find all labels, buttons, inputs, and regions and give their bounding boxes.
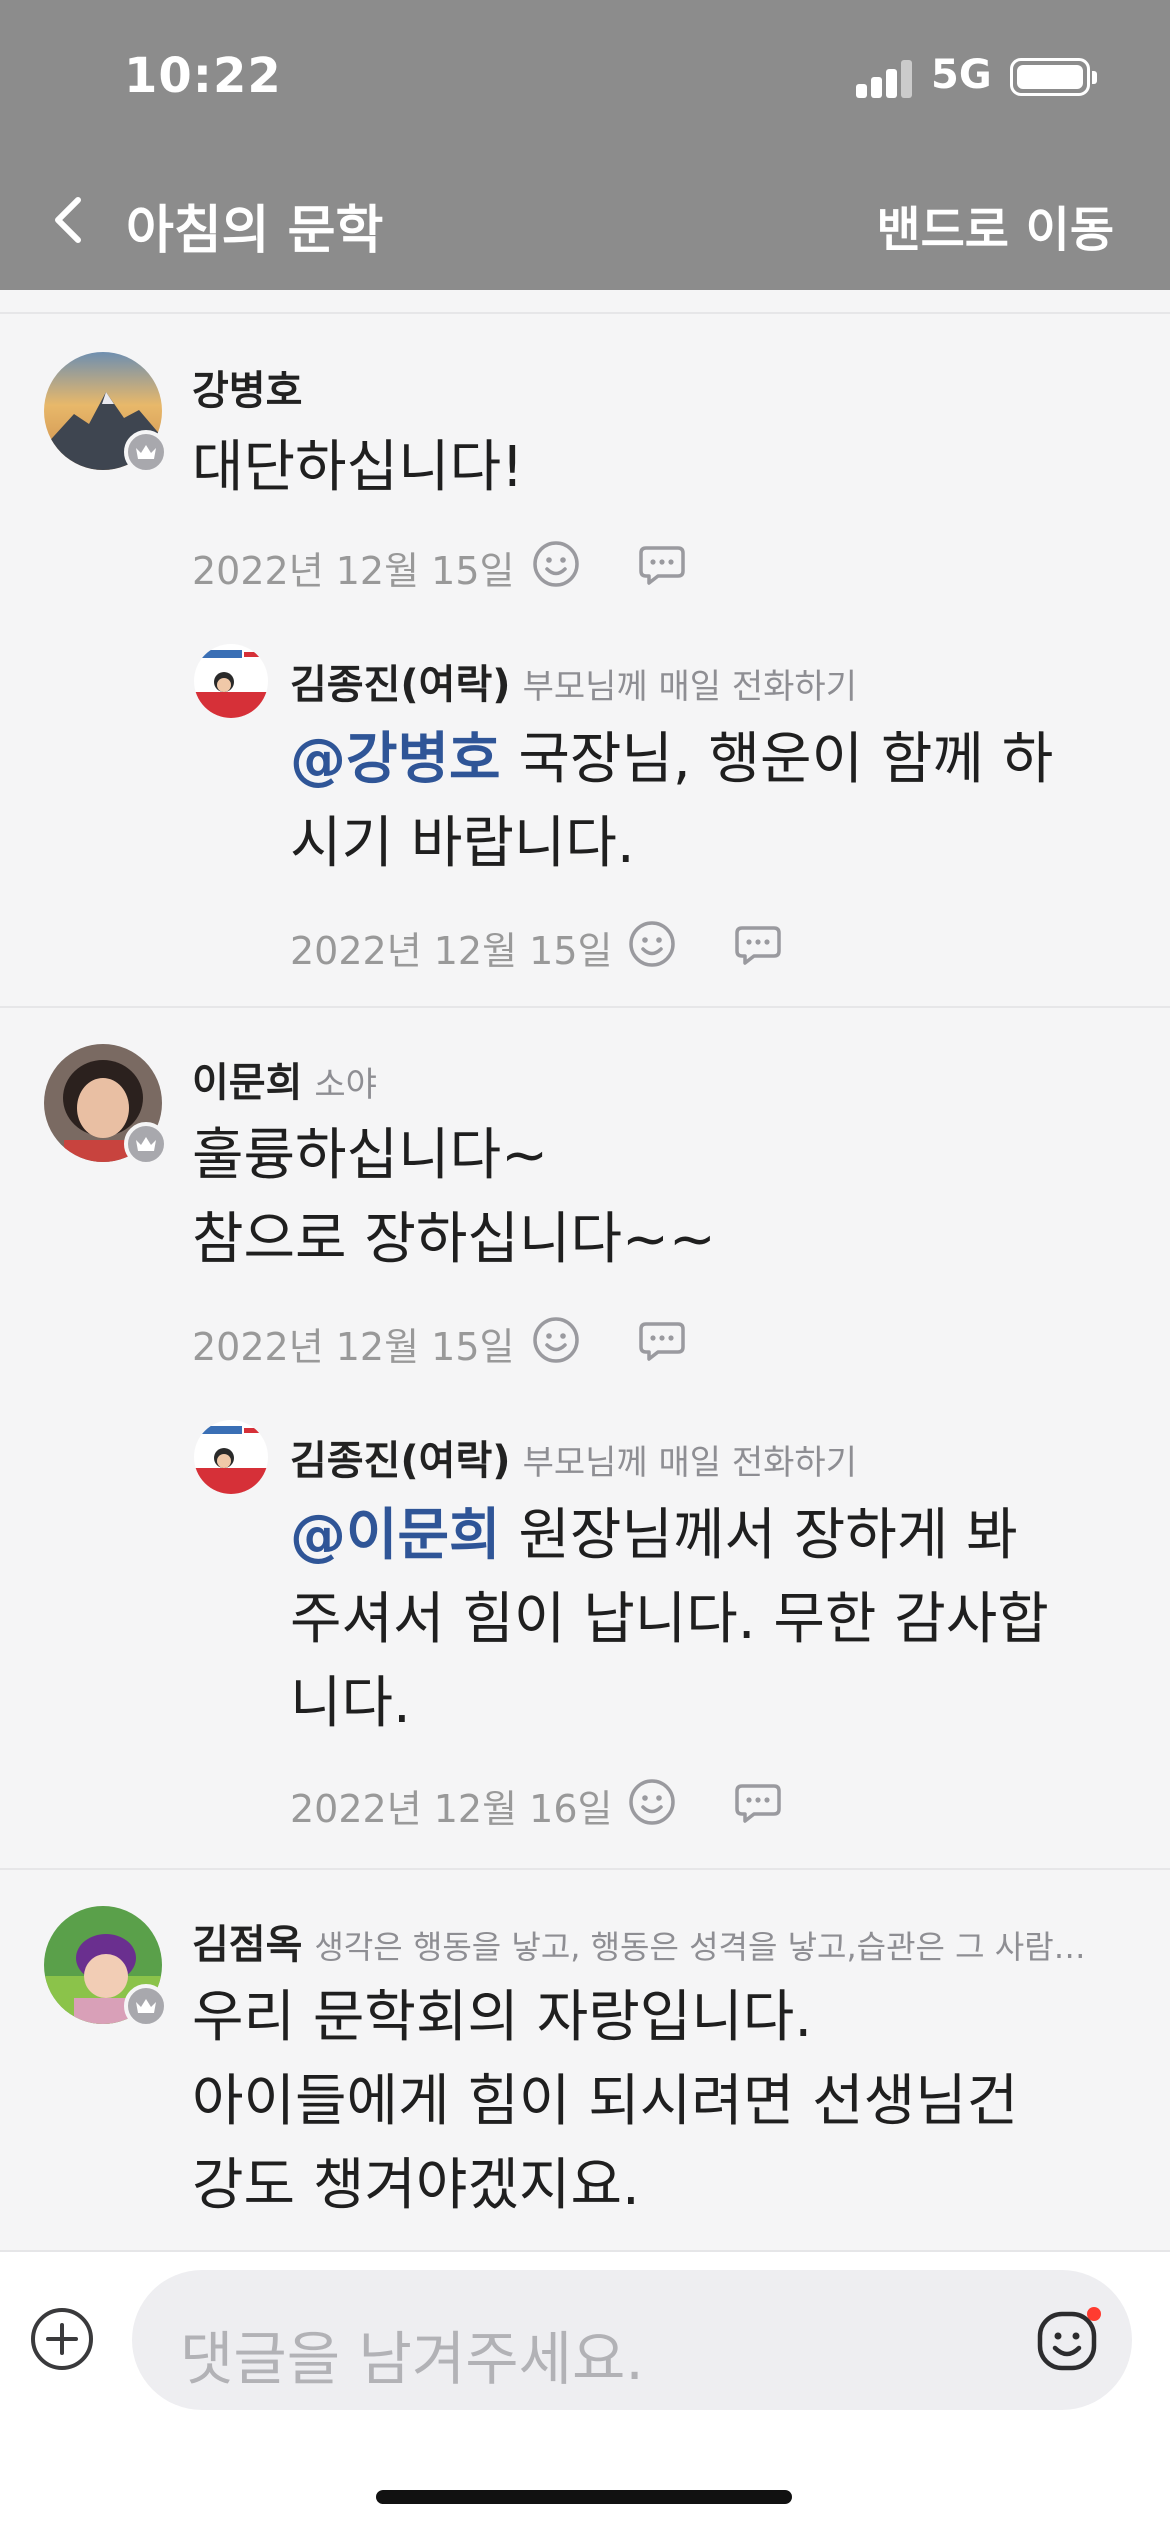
divider bbox=[0, 312, 1170, 314]
comment-author[interactable]: 김종진(여락) 부모님께 매일 전화하기 bbox=[290, 1428, 857, 1486]
comment-line: 참으로 장하십니다~~ bbox=[192, 1207, 716, 1272]
comment-line: 국장님, 행운이 함께 하 bbox=[500, 727, 1054, 792]
author-description: 생각은 행동을 낳고, 행동은 성격을 낳고,습관은 그 사람… bbox=[314, 1928, 1086, 1966]
comment-date: 2022년 12월 15일 bbox=[290, 929, 613, 973]
comment-author[interactable]: 김점옥 생각은 행동을 낳고, 행동은 성격을 낳고,습관은 그 사람… bbox=[192, 1912, 1132, 1970]
author-name: 김종진(여락) bbox=[290, 1438, 511, 1484]
comment-list[interactable]: 강병호 대단하십니다! 2022년 12월 15일 김종진(여락) 부모님께 매일… bbox=[0, 290, 1170, 2250]
avatar[interactable] bbox=[194, 644, 268, 718]
crown-icon bbox=[124, 1984, 168, 2028]
comment-line: 아이들에게 힘이 되시려면 선생님건 bbox=[192, 2069, 1019, 2134]
comment-line: 우리 문학회의 자랑입니다. bbox=[192, 1985, 813, 2050]
comment-text: 훌륭하십니다~ 참으로 장하십니다~~ bbox=[192, 1114, 716, 1282]
comment-line: 시기 바랍니다. bbox=[290, 811, 635, 876]
mention-link[interactable]: @강병호 bbox=[290, 727, 501, 792]
comment-date: 2022년 12월 15일 bbox=[192, 1325, 515, 1369]
status-bar: 10:22 5G bbox=[0, 0, 1170, 150]
comment-line: 주셔서 힘이 납니다. 무한 감사합 bbox=[290, 1587, 1049, 1652]
smiley-icon bbox=[533, 1317, 579, 1363]
nav-bar: 아침의 문학 밴드로 이동 bbox=[0, 150, 1170, 290]
sticker-smiley-icon bbox=[1037, 2307, 1101, 2371]
emotion-button[interactable] bbox=[530, 1314, 582, 1366]
author-name: 이문희 bbox=[192, 1060, 303, 1106]
author-description: 부모님께 매일 전화하기 bbox=[522, 1443, 857, 1483]
reply-button[interactable] bbox=[636, 538, 688, 590]
comment-line: 니다. bbox=[290, 1671, 411, 1736]
home-indicator bbox=[376, 2490, 792, 2504]
add-attachment-button[interactable] bbox=[28, 2305, 96, 2373]
go-to-band-button[interactable]: 밴드로 이동 bbox=[876, 190, 1114, 260]
speech-bubble-icon bbox=[639, 1322, 685, 1361]
comment-line: 대단하십니다! bbox=[192, 435, 524, 500]
battery-icon bbox=[1010, 58, 1097, 96]
sticker-button[interactable] bbox=[1032, 2304, 1104, 2376]
author-description: 소야 bbox=[314, 1065, 377, 1105]
back-button[interactable] bbox=[40, 190, 100, 250]
speech-bubble-icon bbox=[735, 1784, 781, 1823]
comment-text: 대단하십니다! bbox=[192, 426, 524, 510]
comment-text: @이문희 원장님께서 장하게 봐 주셔서 힘이 납니다. 무한 감사합 니다. bbox=[290, 1494, 1049, 1746]
comment-text: @강병호 국장님, 행운이 함께 하 시기 바랍니다. bbox=[290, 718, 1053, 886]
author-name: 강병호 bbox=[192, 368, 303, 414]
comment-input[interactable]: 댓글을 남겨주세요. bbox=[132, 2270, 1132, 2410]
reply-button[interactable] bbox=[732, 1776, 784, 1828]
comment-line: 훌륭하십니다~ bbox=[192, 1123, 549, 1188]
chevron-left-icon bbox=[55, 197, 81, 243]
avatar[interactable] bbox=[194, 1420, 268, 1494]
smiley-icon bbox=[533, 541, 579, 587]
emotion-button[interactable] bbox=[626, 918, 678, 970]
mention-link[interactable]: @이문희 bbox=[290, 1503, 501, 1568]
reply-button[interactable] bbox=[732, 918, 784, 970]
divider bbox=[0, 1006, 1170, 1008]
comment-author[interactable]: 이문희 소야 bbox=[192, 1050, 377, 1108]
author-description: 부모님께 매일 전화하기 bbox=[522, 667, 857, 707]
emotion-button[interactable] bbox=[626, 1776, 678, 1828]
divider bbox=[0, 1868, 1170, 1870]
comment-input-placeholder: 댓글을 남겨주세요. bbox=[180, 2325, 644, 2393]
signal-icon bbox=[856, 58, 914, 98]
speech-bubble-icon bbox=[639, 546, 685, 585]
comment-author[interactable]: 김종진(여락) 부모님께 매일 전화하기 bbox=[290, 652, 857, 710]
author-name: 김종진(여락) bbox=[290, 662, 511, 708]
smiley-icon bbox=[629, 921, 675, 967]
crown-icon bbox=[124, 430, 168, 474]
comment-date: 2022년 12월 16일 bbox=[290, 1787, 613, 1831]
reply-button[interactable] bbox=[636, 1314, 688, 1366]
smiley-icon bbox=[629, 1779, 675, 1825]
plus-circle-icon bbox=[31, 2308, 93, 2370]
comment-date: 2022년 12월 15일 bbox=[192, 549, 515, 593]
network-type: 5G bbox=[931, 52, 992, 98]
status-time: 10:22 bbox=[124, 48, 282, 104]
emotion-button[interactable] bbox=[530, 538, 582, 590]
page-title: 아침의 문학 bbox=[126, 201, 384, 261]
comment-line: 원장님께서 장하게 봐 bbox=[500, 1503, 1018, 1568]
crown-icon bbox=[124, 1122, 168, 1166]
speech-bubble-icon bbox=[735, 926, 781, 965]
comment-author[interactable]: 강병호 bbox=[192, 358, 302, 416]
comment-text: 우리 문학회의 자랑입니다. 아이들에게 힘이 되시려면 선생님건 강도 챙겨야… bbox=[192, 1976, 1018, 2228]
author-name: 김점옥 bbox=[192, 1922, 303, 1968]
comment-line: 강도 챙겨야겠지요. bbox=[192, 2153, 640, 2218]
